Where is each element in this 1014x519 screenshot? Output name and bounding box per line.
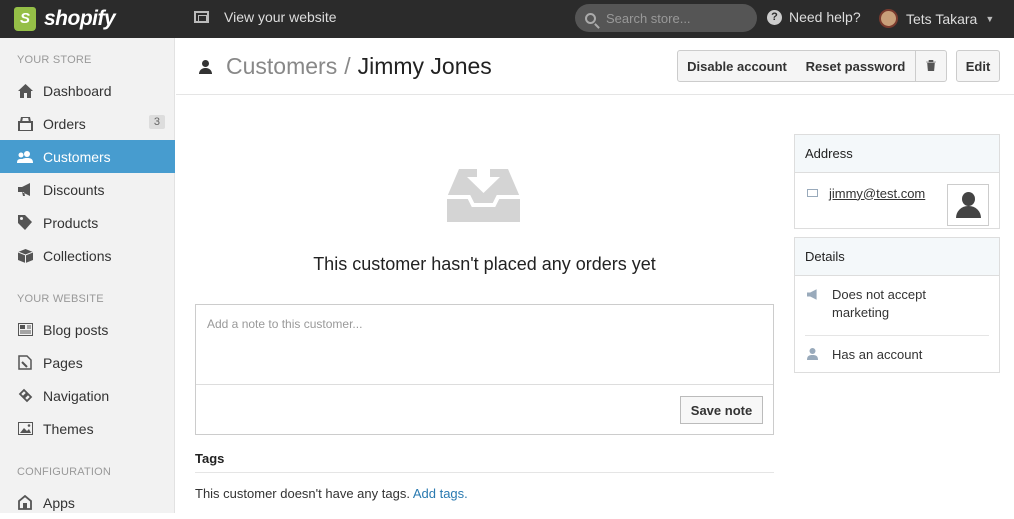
marketing-status: Does not accept marketing — [832, 287, 926, 320]
pages-icon — [17, 355, 33, 370]
shopify-bag-icon — [14, 7, 36, 31]
window-icon — [194, 11, 209, 23]
sidebar-item-label: Dashboard — [43, 82, 112, 99]
avatar — [947, 184, 989, 226]
breadcrumb: Customers / Jimmy Jones — [196, 53, 492, 80]
delete-button[interactable] — [915, 50, 947, 82]
link-icon — [17, 388, 33, 403]
sidebar-item-label: Blog posts — [43, 321, 109, 338]
sidebar-item-label: Themes — [43, 420, 94, 437]
empty-orders-icon — [447, 159, 520, 222]
brand-name: shopify — [44, 7, 116, 30]
search-input[interactable] — [606, 10, 736, 26]
tags-message: This customer doesn't have any tags. Add… — [195, 486, 468, 501]
sidebar-item-label: Collections — [43, 247, 112, 264]
tags-divider — [195, 472, 774, 473]
edit-button[interactable]: Edit — [956, 50, 1000, 82]
search-box[interactable] — [575, 4, 757, 32]
image-icon — [17, 422, 33, 436]
user-menu[interactable]: Tets Takara ▼ — [879, 9, 994, 28]
details-title: Details — [795, 238, 999, 276]
sidebar-item-discounts[interactable]: Discounts — [0, 173, 175, 206]
save-note-button[interactable]: Save note — [680, 396, 763, 424]
user-name: Tets Takara — [906, 10, 978, 27]
section-your-website: YOUR WEBSITE — [17, 293, 104, 305]
address-title: Address — [795, 135, 999, 173]
reset-password-button[interactable]: Reset password — [796, 50, 916, 82]
customer-email-link[interactable]: jimmy@test.com — [829, 186, 925, 201]
account-status: Has an account — [832, 347, 923, 362]
user-avatar — [879, 9, 898, 28]
megaphone-icon — [17, 183, 33, 197]
customer-note-input[interactable] — [196, 305, 773, 385]
sidebar-item-dashboard[interactable]: Dashboard — [0, 74, 175, 107]
question-icon: ? — [767, 9, 782, 25]
marketing-row: Does not accept marketing — [795, 276, 999, 322]
avatar-head — [962, 192, 975, 206]
top-bar: shopify View your website ? Need help? T… — [0, 0, 1014, 38]
sidebar-item-navigation[interactable]: Navigation — [0, 379, 175, 412]
view-website-label: View your website — [224, 9, 337, 25]
page-header: Customers / Jimmy Jones Disable account … — [176, 38, 1014, 95]
sidebar-item-label: Discounts — [43, 181, 105, 198]
sidebar-item-customers[interactable]: Customers — [0, 140, 175, 173]
orders-count-badge: 3 — [148, 115, 165, 129]
envelope-icon — [807, 189, 818, 197]
sidebar-item-collections[interactable]: Collections — [0, 239, 175, 272]
breadcrumb-separator: / — [344, 53, 351, 79]
sidebar-item-label: Customers — [43, 148, 111, 165]
breadcrumb-customers-link[interactable]: Customers — [226, 53, 337, 80]
section-your-store: YOUR STORE — [17, 54, 92, 66]
newspaper-icon — [17, 323, 33, 337]
disable-account-button[interactable]: Disable account — [677, 50, 797, 82]
megaphone-icon — [807, 288, 819, 322]
sidebar-item-label: Pages — [43, 354, 83, 371]
sidebar-item-label: Navigation — [43, 387, 110, 404]
view-website-link[interactable]: View your website — [194, 9, 337, 25]
home-icon — [17, 83, 33, 98]
sidebar-item-pages[interactable]: Pages — [0, 346, 175, 379]
help-link[interactable]: ? Need help? — [767, 9, 861, 25]
search-icon — [585, 12, 596, 24]
sidebar-item-label: Orders — [43, 115, 86, 132]
sidebar-item-label: Products — [43, 214, 99, 231]
account-row: Has an account — [795, 336, 999, 366]
help-label: Need help? — [789, 9, 861, 25]
avatar-body — [956, 206, 981, 218]
sidebar-item-blog-posts[interactable]: Blog posts — [0, 313, 175, 346]
inbox-icon — [17, 116, 33, 131]
sidebar-item-apps[interactable]: Apps — [0, 486, 175, 519]
tags-heading: Tags — [195, 451, 225, 466]
sidebar-item-products[interactable]: Products — [0, 206, 175, 239]
note-panel: Save note — [195, 304, 774, 435]
sidebar: YOUR STORE Dashboard Orders 3 Customers … — [0, 38, 175, 513]
caret-down-icon: ▼ — [985, 13, 995, 24]
box-icon — [17, 248, 33, 263]
trash-icon — [926, 59, 936, 74]
empty-orders-message: This customer hasn't placed any orders y… — [313, 254, 656, 274]
customers-icon — [196, 59, 216, 74]
page-title: Jimmy Jones — [357, 53, 492, 79]
tags-empty-text: This customer doesn't have any tags. — [195, 486, 410, 501]
sidebar-item-themes[interactable]: Themes — [0, 412, 175, 445]
user-icon — [807, 348, 819, 366]
add-tags-link[interactable]: Add tags. — [413, 486, 468, 501]
details-card: Details Does not accept marketing Has an… — [794, 237, 1000, 373]
section-configuration: CONFIGURATION — [17, 466, 112, 478]
sidebar-item-label: Apps — [43, 494, 75, 511]
apps-icon — [17, 495, 33, 510]
shopify-logo[interactable]: shopify — [14, 7, 116, 31]
users-icon — [17, 150, 33, 164]
tag-icon — [17, 215, 33, 230]
sidebar-item-orders[interactable]: Orders 3 — [0, 107, 175, 140]
